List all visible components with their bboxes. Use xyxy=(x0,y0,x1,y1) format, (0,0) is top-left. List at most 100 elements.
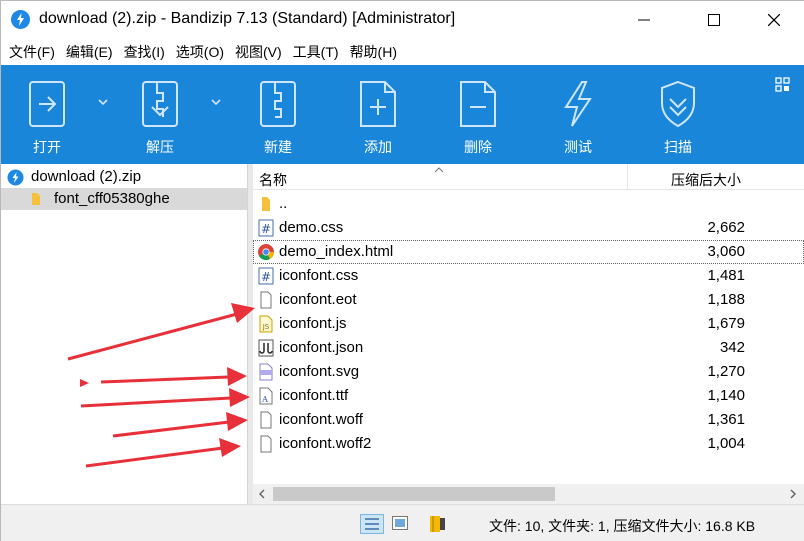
test-label: 测试 xyxy=(564,139,592,155)
file-name: iconfont.ttf xyxy=(279,387,349,404)
extract-label: 解压 xyxy=(146,139,174,155)
blank-file-icon xyxy=(260,411,272,429)
file-name: iconfont.css xyxy=(279,267,359,284)
scroll-left-icon[interactable] xyxy=(257,489,267,499)
file-name: iconfont.json xyxy=(279,339,364,356)
file-size: 1,140 xyxy=(707,387,745,404)
tree-item-folder[interactable]: font_cff05380ghe xyxy=(1,188,247,210)
minimize-button[interactable] xyxy=(621,1,667,39)
file-name: demo_index.html xyxy=(279,243,394,260)
file-row[interactable]: iconfont.svg 1,270 xyxy=(253,360,804,384)
file-size: 2,662 xyxy=(707,219,745,236)
file-name: .. xyxy=(279,195,288,212)
shield-scan-icon xyxy=(661,80,695,128)
folder-tree: download (2).zip font_cff05380ghe xyxy=(1,164,247,504)
folder-icon xyxy=(32,193,40,205)
file-row[interactable]: iconfont.eot 1,188 xyxy=(253,288,804,312)
delete-button[interactable]: 删除 xyxy=(438,65,518,164)
new-label: 新建 xyxy=(264,139,292,155)
file-size: 1,004 xyxy=(707,435,745,452)
file-size: 1,361 xyxy=(707,411,745,428)
font-file-icon: A xyxy=(259,387,273,405)
js-file-icon: JS xyxy=(259,315,273,333)
delete-label: 删除 xyxy=(464,139,492,155)
status-bar: 文件: 10, 文件夹: 1, 压缩文件大小: 16.8 KB xyxy=(1,504,804,541)
file-size: 1,679 xyxy=(707,315,745,332)
menu-view[interactable]: 视图(V) xyxy=(235,39,282,65)
menu-bar: 文件(F) 编辑(E) 查找(I) 选项(O) 视图(V) 工具(T) 帮助(H… xyxy=(1,39,804,65)
json-file-icon xyxy=(258,339,274,357)
blank-file-icon xyxy=(260,291,272,309)
menu-options[interactable]: 选项(O) xyxy=(176,39,224,65)
file-row[interactable]: # demo.css 2,662 xyxy=(253,216,804,240)
menu-edit[interactable]: 编辑(E) xyxy=(66,39,113,65)
file-row[interactable]: JS iconfont.js 1,679 xyxy=(253,312,804,336)
svg-text:A: A xyxy=(261,395,268,404)
menu-find[interactable]: 查找(I) xyxy=(124,39,165,65)
svg-text:#: # xyxy=(261,222,271,236)
add-button[interactable]: 添加 xyxy=(338,65,418,164)
blank-file-icon xyxy=(260,435,272,453)
add-file-icon xyxy=(360,81,396,127)
file-row[interactable]: demo_index.html 3,060 xyxy=(253,240,804,264)
archive-info-icon[interactable] xyxy=(429,514,447,534)
scan-button[interactable]: 扫描 xyxy=(638,65,718,164)
file-name: iconfont.eot xyxy=(279,291,357,308)
extract-zip-icon xyxy=(142,81,178,127)
file-name: iconfont.svg xyxy=(279,363,360,380)
open-button[interactable]: 打开 xyxy=(7,65,87,164)
details-view-icon[interactable] xyxy=(360,514,384,534)
file-name: demo.css xyxy=(279,219,344,236)
sort-ascending-icon xyxy=(434,167,444,173)
open-icon xyxy=(29,81,65,127)
open-dropdown-arrow-icon[interactable] xyxy=(97,97,109,107)
folder-icon xyxy=(262,197,270,211)
bandizip-window: download (2).zip - Bandizip 7.13 (Standa… xyxy=(0,0,804,541)
file-row[interactable]: iconfont.json 342 xyxy=(253,336,804,360)
menu-file[interactable]: 文件(F) xyxy=(9,39,55,65)
file-list: 名称 压缩后大小 .. # demo.css 2,662 demo_index.… xyxy=(253,164,804,504)
tree-item-archive[interactable]: download (2).zip xyxy=(1,166,247,188)
new-button[interactable]: 新建 xyxy=(238,65,318,164)
close-button[interactable] xyxy=(751,1,797,39)
file-name: iconfont.js xyxy=(279,315,347,332)
css-file-icon: # xyxy=(258,219,274,237)
new-zip-icon xyxy=(260,81,296,127)
maximize-button[interactable] xyxy=(691,1,737,39)
file-row[interactable]: A iconfont.ttf 1,140 xyxy=(253,384,804,408)
extract-dropdown-arrow-icon[interactable] xyxy=(210,97,222,107)
file-name: iconfont.woff xyxy=(279,411,363,428)
file-row-parent[interactable]: .. xyxy=(253,192,804,216)
tree-archive-label: download (2).zip xyxy=(31,168,142,185)
tree-folder-label: font_cff05380ghe xyxy=(54,190,170,207)
open-label: 打开 xyxy=(33,139,61,155)
bandizip-archive-icon xyxy=(7,169,24,186)
css-file-icon: # xyxy=(258,267,274,285)
scan-label: 扫描 xyxy=(664,139,692,155)
menu-help[interactable]: 帮助(H) xyxy=(350,39,397,65)
column-divider[interactable] xyxy=(627,164,628,190)
test-button[interactable]: 测试 xyxy=(538,65,618,164)
svg-text:JS: JS xyxy=(262,323,270,331)
column-size-header[interactable]: 压缩后大小 xyxy=(671,170,741,190)
layout-grid-icon[interactable] xyxy=(775,77,791,93)
title-bar: download (2).zip - Bandizip 7.13 (Standa… xyxy=(1,1,804,39)
scrollbar-thumb[interactable] xyxy=(273,487,555,501)
status-text: 文件: 10, 文件夹: 1, 压缩文件大小: 16.8 KB xyxy=(489,518,756,534)
file-size: 1,270 xyxy=(707,363,745,380)
file-size: 1,481 xyxy=(707,267,745,284)
file-size: 3,060 xyxy=(707,243,745,260)
menu-tools[interactable]: 工具(T) xyxy=(293,39,339,65)
thumbnail-view-icon[interactable] xyxy=(392,516,408,530)
horizontal-scrollbar[interactable] xyxy=(253,484,804,504)
file-row[interactable]: iconfont.woff2 1,004 xyxy=(253,432,804,456)
window-title: download (2).zip - Bandizip 7.13 (Standa… xyxy=(39,10,456,27)
delete-file-icon xyxy=(460,81,496,127)
column-name-header[interactable]: 名称 xyxy=(259,170,287,190)
extract-button[interactable]: 解压 xyxy=(120,65,200,164)
file-row[interactable]: # iconfont.css 1,481 xyxy=(253,264,804,288)
svg-file-icon xyxy=(259,363,273,381)
file-row[interactable]: iconfont.woff 1,361 xyxy=(253,408,804,432)
scroll-right-icon[interactable] xyxy=(788,489,798,499)
file-size: 1,188 xyxy=(707,291,745,308)
